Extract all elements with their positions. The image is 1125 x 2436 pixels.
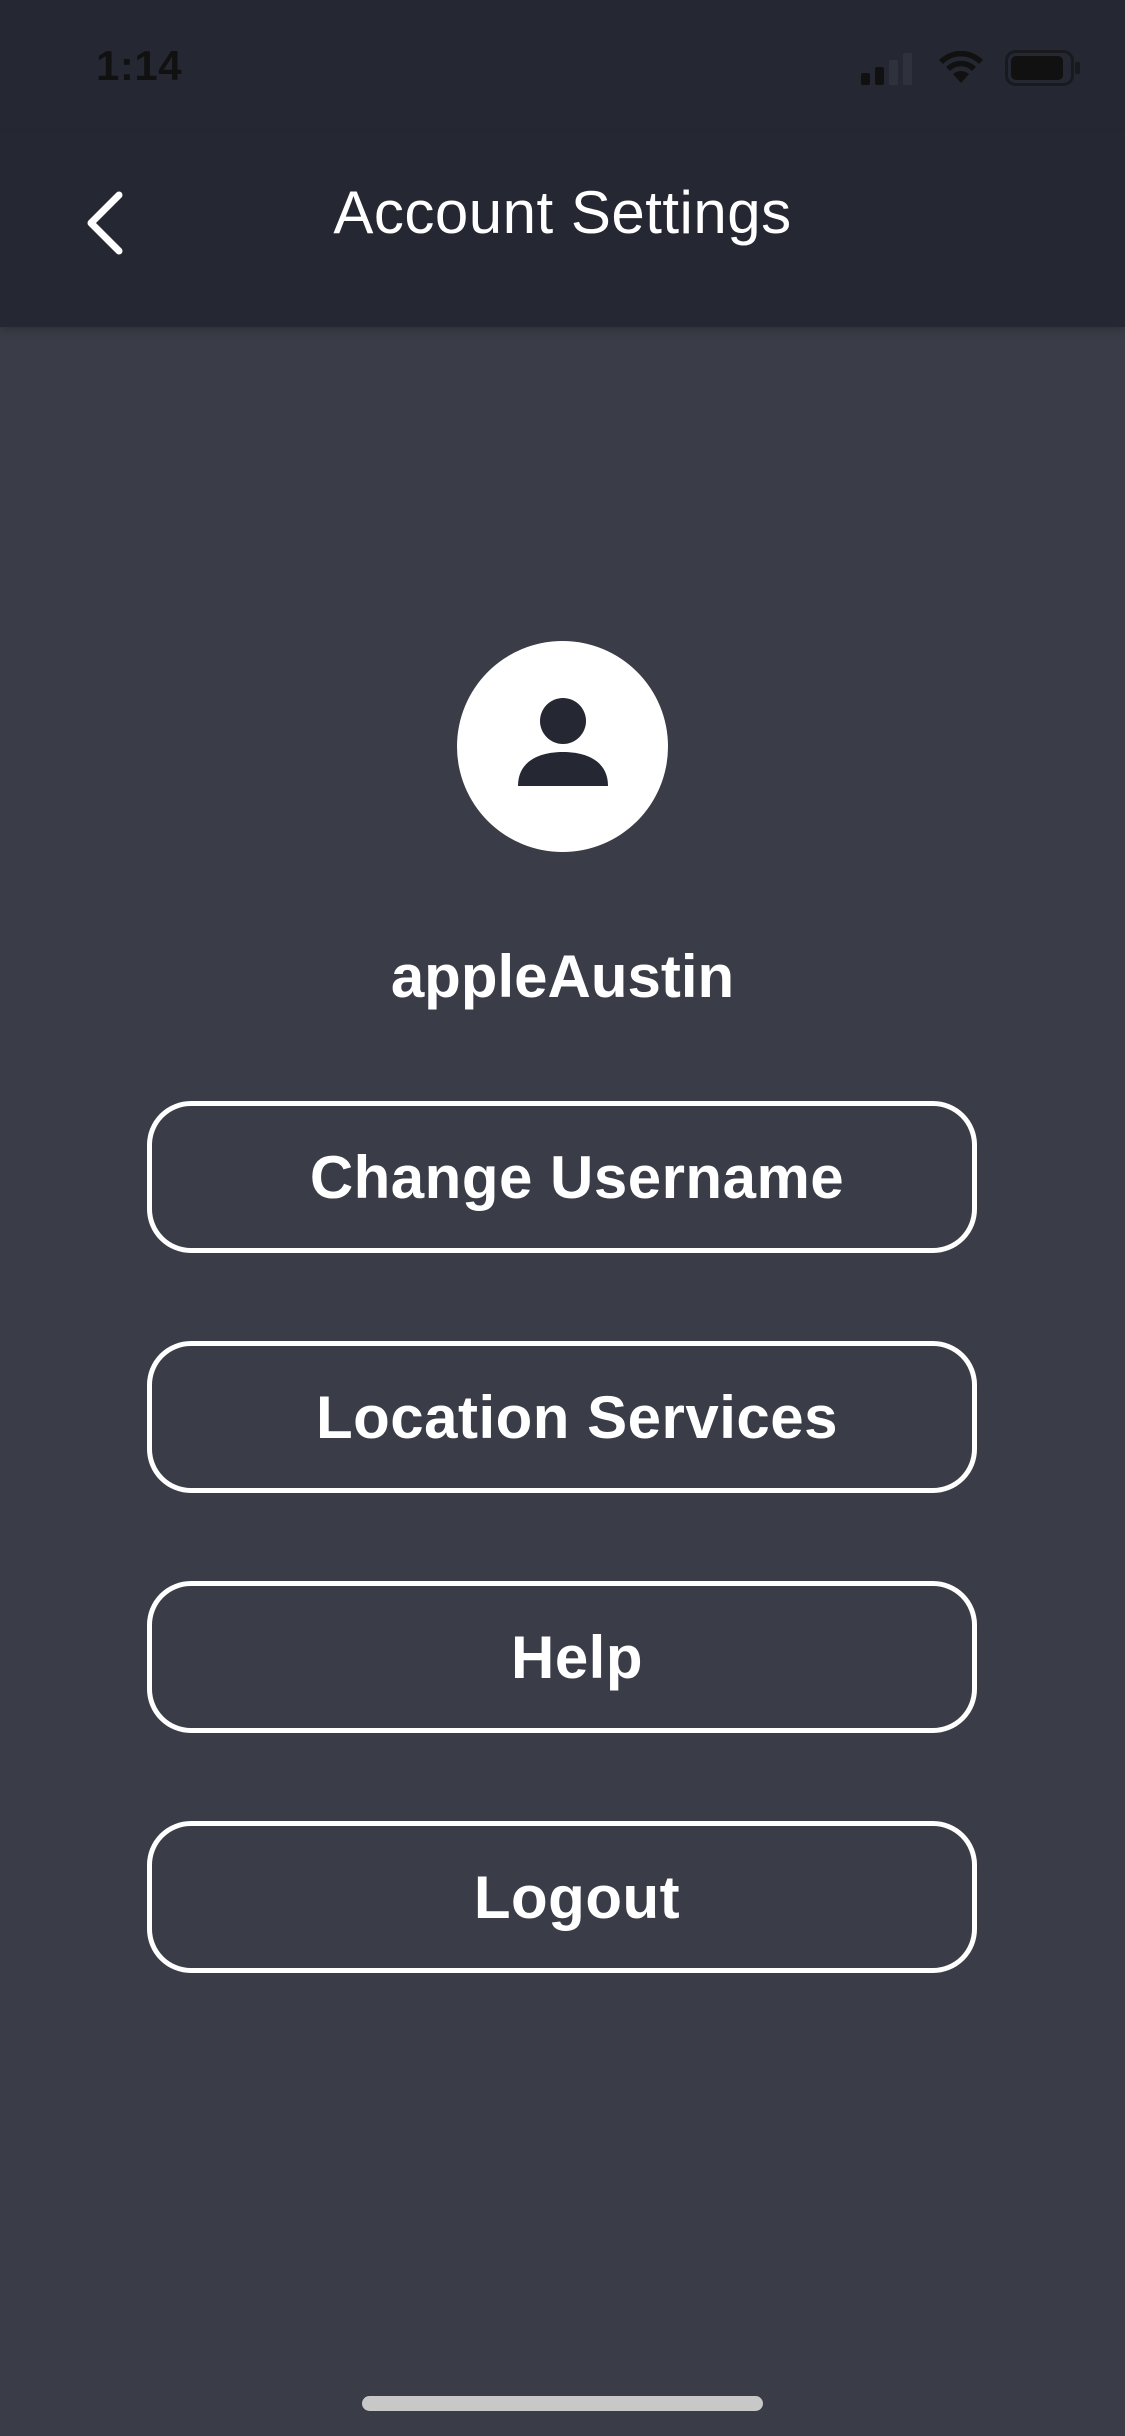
- status-icons: [861, 50, 1081, 91]
- page-title: Account Settings: [333, 179, 792, 246]
- change-username-button[interactable]: Change Username: [147, 1101, 977, 1253]
- user-icon: [513, 694, 613, 799]
- cellular-signal-icon: [861, 51, 917, 90]
- battery-icon: [1005, 50, 1081, 91]
- avatar: [457, 641, 668, 852]
- location-services-button[interactable]: Location Services: [147, 1341, 977, 1493]
- status-time: 1:14: [96, 42, 183, 89]
- status-bar: 1:14: [0, 0, 1125, 132]
- wifi-icon: [937, 50, 985, 90]
- help-button[interactable]: Help: [147, 1581, 977, 1733]
- home-indicator[interactable]: [362, 2396, 763, 2411]
- navigation-header: Account Settings: [0, 132, 1125, 327]
- username-label: appleAustin: [390, 943, 735, 1010]
- logout-button[interactable]: Logout: [147, 1821, 977, 1973]
